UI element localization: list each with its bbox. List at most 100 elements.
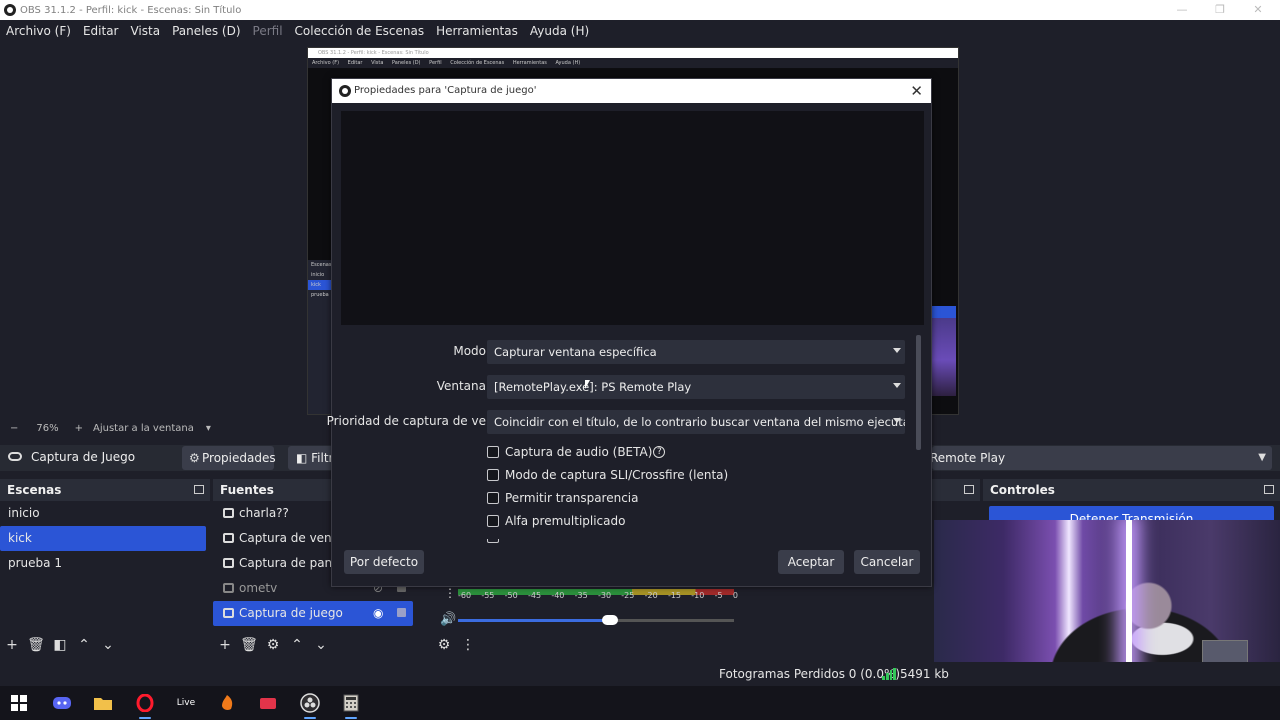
window-select[interactable]: Remote Play ▼ bbox=[930, 446, 1272, 470]
file-explorer-icon[interactable] bbox=[91, 691, 115, 715]
minimize-button[interactable]: — bbox=[1162, 0, 1202, 20]
sources-dock-title: Fuentes bbox=[213, 479, 333, 501]
nested-menu-item: Archivo (F) bbox=[312, 60, 340, 66]
window-title: OBS 31.1.2 - Perfil: kick - Escenas: Sin… bbox=[20, 4, 242, 16]
chevron-down-icon[interactable]: ⌄ bbox=[96, 637, 120, 653]
calculator-icon[interactable] bbox=[339, 691, 363, 719]
volume-slider-knob[interactable] bbox=[601, 615, 618, 625]
clipped-next-row bbox=[487, 539, 905, 543]
priority-label: Prioridad de captura de ve bbox=[326, 414, 486, 428]
zoom-out-button[interactable]: − bbox=[10, 423, 18, 434]
menu-coleccion-escenas[interactable]: Colección de Escenas bbox=[289, 24, 431, 38]
properties-label: Propiedades bbox=[202, 451, 276, 465]
accept-button[interactable]: Aceptar bbox=[778, 550, 844, 574]
undock-icon[interactable] bbox=[1264, 485, 1274, 494]
mixer-settings-icon[interactable]: ⚙ bbox=[432, 637, 456, 653]
fit-to-window-button[interactable]: Ajustar a la ventana bbox=[93, 423, 194, 434]
mode-select[interactable]: Capturar ventana específica bbox=[487, 340, 905, 364]
properties-scrollbar[interactable] bbox=[916, 335, 921, 450]
app-icon[interactable] bbox=[256, 691, 280, 715]
sli-crossfire-checkbox[interactable]: Modo de captura SLI/Crossfire (lenta) bbox=[487, 465, 728, 485]
meter-tick-label: -10 bbox=[691, 591, 705, 600]
neon-light bbox=[1126, 520, 1132, 685]
add-icon[interactable]: + bbox=[0, 637, 24, 653]
live-icon[interactable]: Live bbox=[174, 691, 198, 715]
chevron-down-icon[interactable]: ▾ bbox=[206, 423, 211, 434]
nested-menu-item: Perfil bbox=[429, 60, 442, 66]
discord-icon[interactable] bbox=[50, 691, 74, 715]
obs-icon[interactable] bbox=[298, 691, 322, 719]
selected-source-name: Captura de Juego bbox=[31, 450, 136, 464]
zoom-in-button[interactable]: + bbox=[75, 423, 83, 434]
chevron-down-icon[interactable]: ⌄ bbox=[309, 637, 333, 653]
checkbox[interactable] bbox=[487, 492, 499, 504]
trash-icon[interactable]: 🗑 bbox=[237, 637, 261, 653]
more-options-icon[interactable]: ⋮ bbox=[456, 637, 480, 653]
close-window-button[interactable]: ✕ bbox=[1238, 0, 1278, 20]
checkbox[interactable] bbox=[487, 515, 499, 527]
source-item[interactable]: Captura de juego ◉ bbox=[213, 601, 413, 626]
properties-dialog: Propiedades para 'Captura de juego' ✕ Mo… bbox=[327, 78, 932, 587]
help-icon[interactable]: ? bbox=[653, 446, 666, 458]
menu-vista[interactable]: Vista bbox=[124, 24, 166, 38]
allow-transparency-checkbox[interactable]: Permitir transparencia bbox=[487, 488, 639, 508]
checkbox[interactable] bbox=[487, 446, 499, 458]
eye-icon[interactable]: ◉ bbox=[373, 601, 383, 626]
windows-start-icon[interactable] bbox=[7, 691, 31, 715]
premultiplied-alpha-checkbox[interactable]: Alfa premultiplicado bbox=[487, 511, 625, 531]
opera-icon[interactable] bbox=[133, 691, 157, 719]
menu-perfil[interactable]: Perfil bbox=[247, 24, 289, 38]
nested-scene-item: prueba bbox=[311, 292, 329, 298]
properties-button[interactable]: ⚙ Propiedades bbox=[182, 446, 276, 470]
gear-icon[interactable]: ⚙ bbox=[261, 637, 285, 653]
menu-editar[interactable]: Editar bbox=[77, 24, 125, 38]
nested-scene-item: inicio bbox=[311, 272, 325, 278]
source-label: ometv bbox=[239, 581, 278, 595]
scene-item-inicio[interactable]: inicio bbox=[0, 501, 210, 526]
lock-icon[interactable] bbox=[397, 608, 406, 617]
undock-icon[interactable] bbox=[964, 485, 974, 494]
bitrate: 5491 kb bbox=[900, 667, 949, 681]
speaker-icon[interactable]: 🔊 bbox=[440, 612, 456, 627]
window-row: Ventana [RemotePlay.exe]: PS Remote Play bbox=[332, 375, 912, 399]
obs-logo-icon bbox=[339, 85, 351, 97]
fl-studio-icon[interactable] bbox=[215, 691, 239, 715]
nested-scenes-panel: Escenas inicio kick prueba bbox=[308, 260, 332, 414]
more-options-icon[interactable]: ⋮ bbox=[444, 586, 456, 600]
menu-paneles[interactable]: Paneles (D) bbox=[166, 24, 246, 38]
window-value: [RemotePlay.exe]: PS Remote Play bbox=[494, 380, 692, 394]
menu-archivo[interactable]: Archivo (F) bbox=[0, 24, 77, 38]
status-bar: Fotogramas Perdidos 0 (0.0%) 5491 kb bbox=[0, 662, 1280, 686]
scene-item-kick[interactable]: kick bbox=[0, 526, 206, 551]
maximize-button[interactable]: ❐ bbox=[1200, 0, 1240, 20]
dropdown-arrow-icon: ▼ bbox=[1258, 452, 1266, 463]
scene-item-prueba-1[interactable]: prueba 1 bbox=[0, 551, 210, 576]
meter-tick-label: -45 bbox=[527, 591, 542, 600]
trash-icon[interactable]: 🗑 bbox=[24, 637, 48, 653]
meter-tick-label: -40 bbox=[551, 591, 565, 600]
dialog-close-button[interactable]: ✕ bbox=[910, 79, 923, 103]
checkbox[interactable] bbox=[487, 469, 499, 481]
checkbox-label: Alfa premultiplicado bbox=[505, 514, 626, 528]
menu-herramientas[interactable]: Herramientas bbox=[430, 24, 524, 38]
gamepad-icon bbox=[8, 452, 22, 461]
filter-icon[interactable]: ◧ bbox=[48, 637, 72, 653]
defaults-button[interactable]: Por defecto bbox=[344, 550, 424, 574]
audio-capture-checkbox[interactable]: Captura de audio (BETA) ? bbox=[487, 442, 666, 462]
meter-tick-label: -35 bbox=[574, 591, 588, 600]
window-select[interactable]: [RemotePlay.exe]: PS Remote Play bbox=[487, 375, 905, 399]
nested-scene-item: kick bbox=[308, 280, 332, 290]
meter-tick-label: -20 bbox=[644, 591, 658, 600]
menu-ayuda[interactable]: Ayuda (H) bbox=[524, 24, 595, 38]
window-select-value: Remote Play bbox=[930, 451, 1006, 465]
chevron-up-icon[interactable]: ⌃ bbox=[285, 637, 309, 653]
add-icon[interactable]: + bbox=[213, 637, 237, 653]
cancel-button[interactable]: Cancelar bbox=[854, 550, 920, 574]
priority-select[interactable]: Coincidir con el título, de lo contrario… bbox=[487, 410, 905, 434]
chevron-up-icon[interactable]: ⌃ bbox=[72, 637, 96, 653]
undock-icon[interactable] bbox=[194, 485, 204, 494]
sources-title-label: Fuentes bbox=[220, 483, 274, 497]
dialog-title: Propiedades para 'Captura de juego' bbox=[354, 85, 537, 96]
scenes-dock-title: Escenas bbox=[0, 479, 210, 501]
capture-preview bbox=[341, 111, 924, 325]
